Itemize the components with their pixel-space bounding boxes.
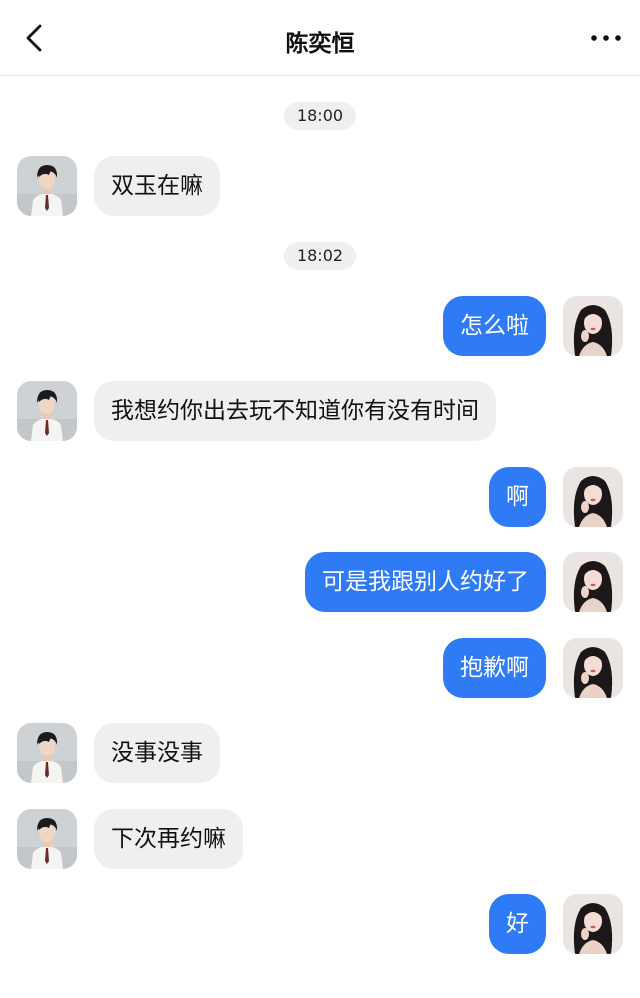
chat-header: 陈奕恒 (0, 0, 640, 76)
my-avatar[interactable] (563, 467, 623, 527)
contact-avatar[interactable] (17, 809, 77, 869)
my-avatar[interactable] (563, 552, 623, 612)
more-button[interactable] (586, 22, 626, 54)
outgoing-message-bubble[interactable]: 可是我跟别人约好了 (305, 552, 546, 612)
my-avatar[interactable] (563, 638, 623, 698)
chat-title: 陈奕恒 (285, 31, 355, 57)
outgoing-message-bubble[interactable]: 抱歉啊 (443, 638, 546, 698)
incoming-message-bubble[interactable]: 双玉在嘛 (94, 156, 220, 216)
timestamp-divider: 18:02 (283, 242, 357, 270)
outgoing-message-bubble[interactable]: 啊 (489, 467, 546, 527)
contact-avatar[interactable] (17, 381, 77, 441)
contact-avatar[interactable] (17, 723, 77, 783)
outgoing-message-bubble[interactable]: 怎么啦 (443, 296, 546, 356)
my-avatar[interactable] (563, 296, 623, 356)
chevron-left-icon (26, 24, 42, 52)
incoming-message-bubble[interactable]: 我想约你出去玩不知道你有没有时间 (94, 381, 496, 441)
my-avatar[interactable] (563, 894, 623, 954)
timestamp-divider: 18:00 (283, 102, 357, 130)
back-button[interactable] (16, 18, 52, 58)
outgoing-message-bubble[interactable]: 好 (489, 894, 546, 954)
incoming-message-bubble[interactable]: 没事没事 (94, 723, 220, 783)
more-horizontal-icon (591, 35, 621, 41)
incoming-message-bubble[interactable]: 下次再约嘛 (94, 809, 243, 869)
contact-avatar[interactable] (17, 156, 77, 216)
